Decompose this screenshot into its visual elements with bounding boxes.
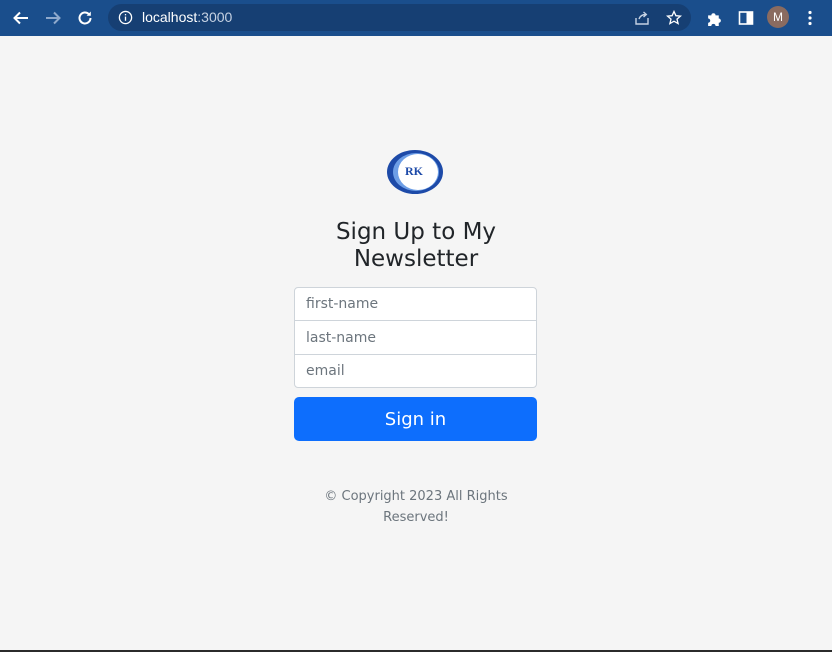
info-icon[interactable] <box>118 10 133 25</box>
bookmark-button[interactable] <box>664 8 684 28</box>
page-title: Sign Up to My Newsletter <box>335 219 497 272</box>
address-bar[interactable]: localhost:3000 <box>108 4 691 31</box>
browser-toolbar: localhost:3000 M <box>0 0 832 36</box>
arrow-right-icon <box>46 11 61 25</box>
forward-button[interactable] <box>41 6 65 30</box>
last-name-field[interactable] <box>294 320 537 355</box>
share-button[interactable] <box>632 8 652 28</box>
side-panel-icon <box>738 11 754 25</box>
reload-icon <box>78 11 92 25</box>
first-name-field[interactable] <box>294 287 537 321</box>
site-logo: RK <box>386 149 444 195</box>
side-panel-button[interactable] <box>734 6 758 30</box>
back-button[interactable] <box>9 6 33 30</box>
url-host: localhost <box>142 9 198 25</box>
star-icon <box>666 10 682 25</box>
browser-menu-button[interactable] <box>798 6 822 30</box>
reload-button[interactable] <box>73 6 97 30</box>
logo-text: RK <box>405 164 424 178</box>
url-port: :3000 <box>197 9 233 25</box>
share-icon <box>635 11 649 25</box>
sign-in-button[interactable]: Sign in <box>294 397 537 441</box>
copyright-text: © Copyright 2023 All Rights Reserved! <box>324 489 508 525</box>
extensions-button[interactable] <box>702 6 726 30</box>
kebab-menu-icon <box>808 10 812 26</box>
profile-avatar[interactable]: M <box>767 6 789 28</box>
email-field[interactable] <box>294 354 537 388</box>
url-text[interactable]: localhost:3000 <box>142 9 232 25</box>
puzzle-icon <box>707 12 721 26</box>
arrow-left-icon <box>13 11 28 25</box>
